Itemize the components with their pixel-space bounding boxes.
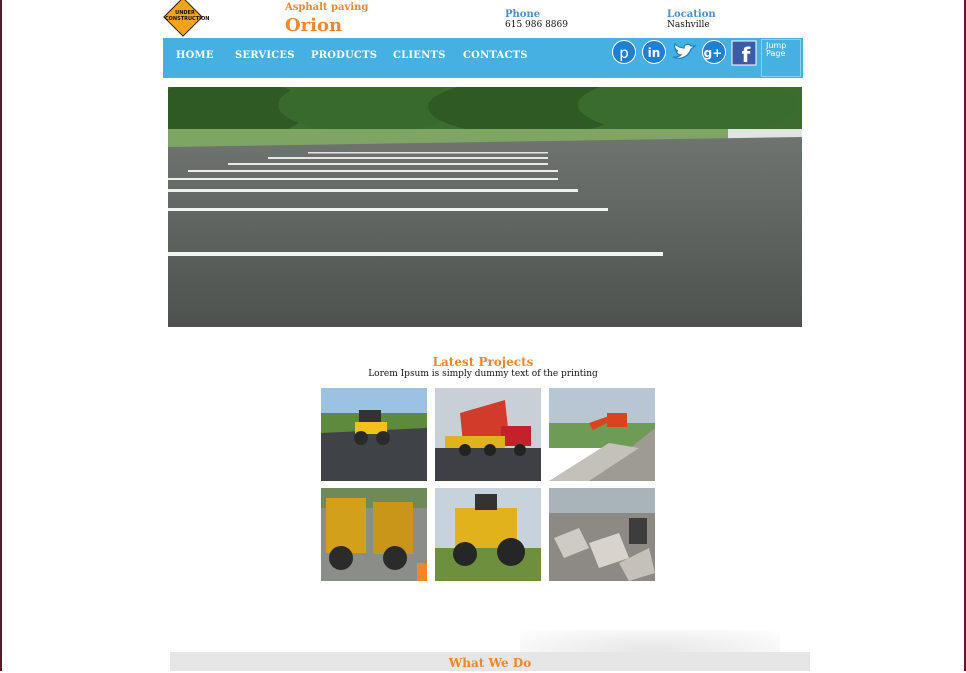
project-thumbnail[interactable] [435, 488, 541, 581]
nav-products[interactable]: PRODUCTS [311, 50, 377, 61]
nav-contacts[interactable]: CONTACTS [463, 50, 528, 61]
project-thumbnail[interactable] [549, 388, 655, 481]
window-border-left [0, 0, 2, 671]
what-we-do-title: What We Do [448, 656, 532, 670]
facebook-icon[interactable]: f [730, 40, 758, 66]
project-thumbnail[interactable] [321, 488, 427, 581]
jump-page-alt-text: Jump Page [766, 41, 787, 58]
jump-page-image[interactable]: Jump Page [761, 39, 801, 77]
latest-projects-title: Latest Projects [432, 355, 534, 369]
logo[interactable]: UNDER CONSTRUCTION [163, 0, 210, 38]
svg-text:f: f [742, 43, 751, 66]
location-label: Location [667, 9, 716, 20]
brand-subtitle: Asphalt paving [285, 2, 369, 13]
phone-value: 615 986 8869 [505, 20, 568, 30]
svg-text:p: p [619, 44, 629, 62]
pinterest-icon[interactable]: p [610, 40, 638, 66]
nav-clients[interactable]: CLIENTS [393, 50, 446, 61]
nav-services[interactable]: SERVICES [235, 50, 295, 61]
project-thumbnail[interactable] [321, 388, 427, 481]
latest-projects-subtitle: Lorem Ipsum is simply dummy text of the … [368, 369, 598, 379]
project-thumbnail[interactable] [435, 388, 541, 481]
twitter-icon[interactable] [670, 40, 698, 66]
svg-text:in: in [648, 46, 661, 60]
project-thumbnail[interactable] [549, 488, 655, 581]
brand-name[interactable]: Orion [285, 15, 342, 36]
site-header: UNDER CONSTRUCTION Asphalt paving Orion … [163, 0, 803, 38]
location-value: Nashville [667, 20, 710, 30]
svg-text:g+: g+ [704, 46, 723, 60]
what-we-do-section: What We Do [170, 652, 810, 671]
nav-home[interactable]: HOME [176, 50, 214, 61]
linkedin-icon[interactable]: in [640, 40, 668, 66]
google-plus-icon[interactable]: g+ [700, 40, 728, 66]
hero-image-parking-lot [168, 87, 802, 327]
phone-label: Phone [505, 9, 541, 20]
main-nav: HOME SERVICES PRODUCTS CLIENTS CONTACTS … [163, 38, 803, 78]
logo-text: UNDER CONSTRUCTION [165, 10, 210, 22]
